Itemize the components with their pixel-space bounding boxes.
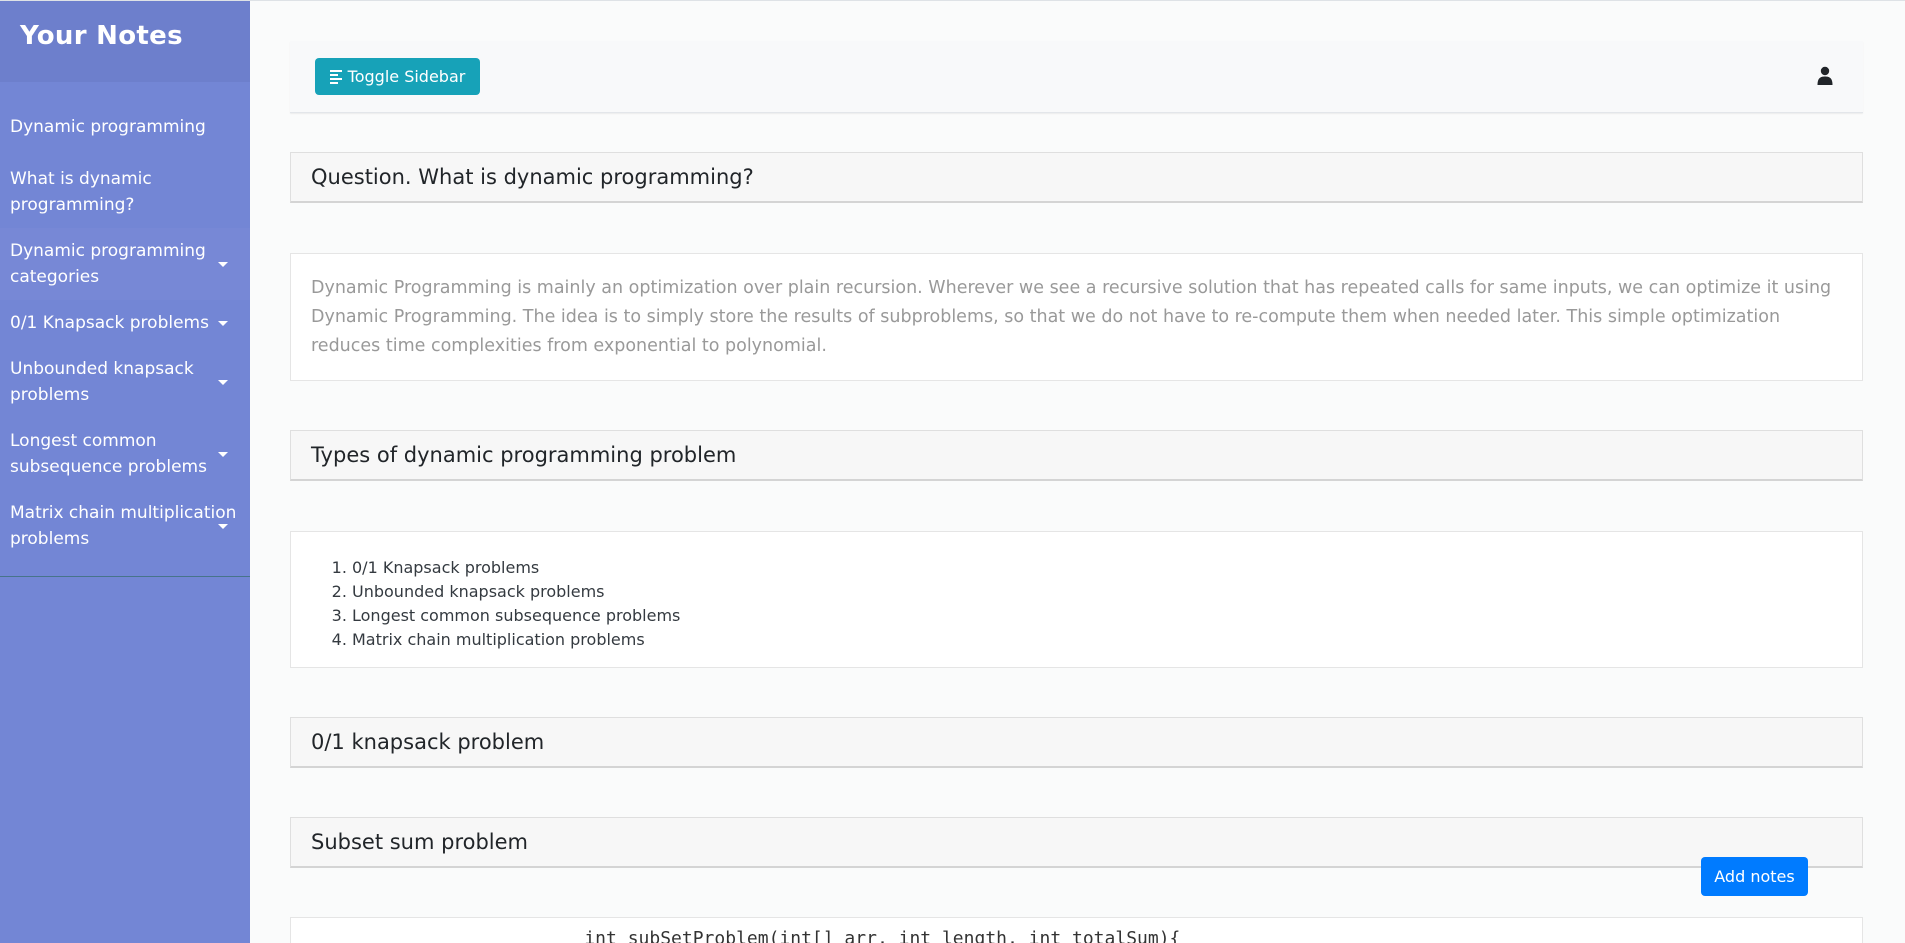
list-item: 0/1 Knapsack problems bbox=[352, 556, 1842, 580]
list-item: Matrix chain multiplication problems bbox=[352, 628, 1842, 652]
caret-down-icon bbox=[218, 262, 228, 267]
subset-card-body: int subSetProblem(int[] arr, int length,… bbox=[290, 917, 1863, 943]
types-card-header: Types of dynamic programming problem bbox=[290, 430, 1863, 481]
toggle-sidebar-label: Toggle Sidebar bbox=[347, 67, 466, 86]
subset-card-header: Subset sum problem bbox=[290, 817, 1863, 868]
top-navbar: Toggle Sidebar bbox=[290, 41, 1863, 113]
sidebar-item-label: Matrix chain multiplication problems bbox=[10, 503, 237, 549]
toggle-sidebar-button[interactable]: Toggle Sidebar bbox=[315, 58, 480, 95]
question-card-body: Dynamic Programming is mainly an optimiz… bbox=[290, 253, 1863, 381]
caret-down-icon bbox=[218, 380, 228, 385]
sidebar-item-label: 0/1 Knapsack problems bbox=[10, 313, 209, 333]
sidebar-item-label: Unbounded knapsack problems bbox=[10, 359, 194, 405]
sidebar: Your Notes Dynamic programming What is d… bbox=[0, 1, 250, 943]
sidebar-title: Your Notes bbox=[20, 21, 183, 51]
sidebar-header: Your Notes bbox=[0, 1, 250, 82]
code-snippet: int subSetProblem(int[] arr, int length,… bbox=[541, 928, 1181, 943]
list-item: Unbounded knapsack problems bbox=[352, 580, 1842, 604]
subset-title: Subset sum problem bbox=[311, 830, 529, 854]
caret-down-icon bbox=[218, 524, 228, 529]
question-title: Question. What is dynamic programming? bbox=[311, 165, 754, 189]
types-card-body: 0/1 Knapsack problems Unbounded knapsack… bbox=[290, 531, 1863, 668]
main-content: Toggle Sidebar Question. What is dynamic… bbox=[290, 1, 1863, 943]
question-answer-text: Dynamic Programming is mainly an optimiz… bbox=[311, 278, 1832, 356]
sidebar-item-lcs[interactable]: Longest common subsequence problems bbox=[0, 418, 250, 490]
sidebar-item-dynamic-programming[interactable]: Dynamic programming bbox=[0, 102, 250, 166]
add-notes-button[interactable]: Add notes bbox=[1701, 857, 1808, 896]
sidebar-item-label: Longest common subsequence problems bbox=[10, 431, 207, 477]
sidebar-item-dp-categories[interactable]: Dynamic programming categories bbox=[0, 228, 250, 300]
types-list: 0/1 Knapsack problems Unbounded knapsack… bbox=[311, 552, 1842, 656]
question-card-header: Question. What is dynamic programming? bbox=[290, 152, 1863, 203]
sidebar-item-01-knapsack[interactable]: 0/1 Knapsack problems bbox=[0, 300, 250, 346]
user-icon[interactable] bbox=[1817, 66, 1833, 86]
sidebar-item-label: Dynamic programming categories bbox=[10, 241, 206, 287]
sidebar-item-mcm[interactable]: Matrix chain multiplication problems bbox=[0, 490, 250, 562]
sidebar-list: Dynamic programming What is dynamic prog… bbox=[0, 82, 250, 577]
caret-down-icon bbox=[218, 321, 228, 326]
sidebar-item-unbounded-knapsack[interactable]: Unbounded knapsack problems bbox=[0, 346, 250, 418]
list-item: Longest common subsequence problems bbox=[352, 604, 1842, 628]
caret-down-icon bbox=[218, 452, 228, 457]
knapsack-title: 0/1 knapsack problem bbox=[311, 730, 545, 754]
knapsack-card-header: 0/1 knapsack problem bbox=[290, 717, 1863, 768]
sidebar-item-what-is-dp[interactable]: What is dynamic programming? bbox=[0, 166, 250, 228]
types-title: Types of dynamic programming problem bbox=[311, 443, 737, 467]
align-left-icon bbox=[329, 69, 342, 84]
